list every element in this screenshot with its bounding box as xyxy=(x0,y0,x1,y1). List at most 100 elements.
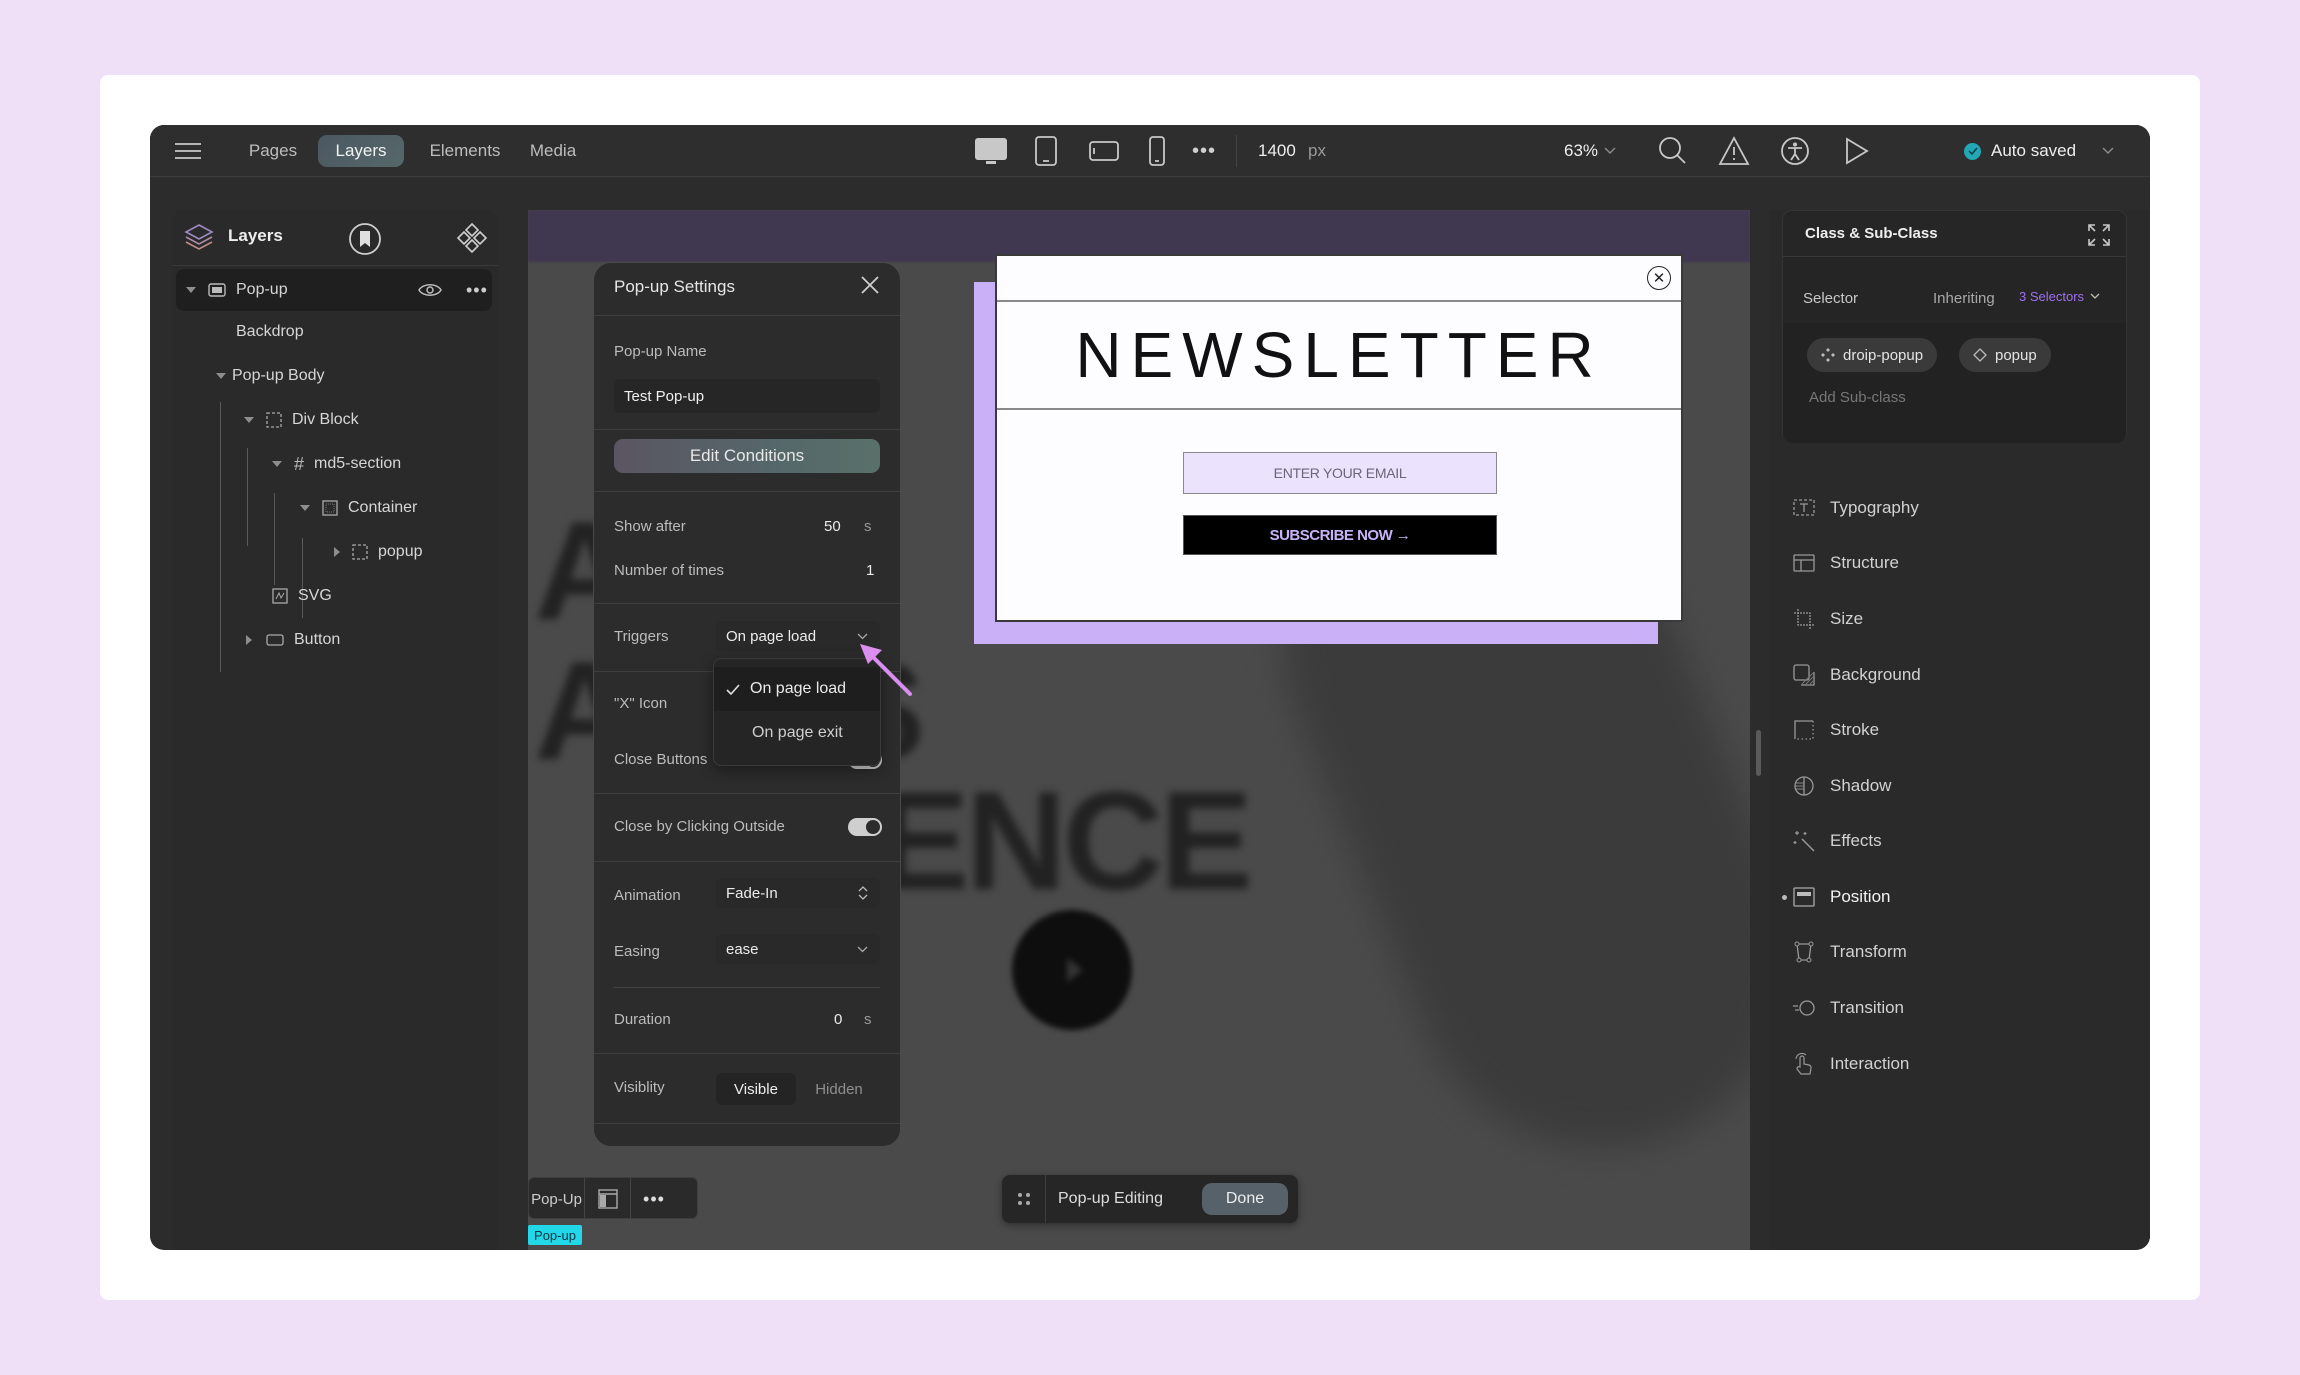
newsletter-popup[interactable]: ✕ NEWSLETTER ENTER YOUR EMAIL SUBSCRIBE … xyxy=(995,254,1683,622)
save-menu-chevron-icon[interactable] xyxy=(2102,125,2114,177)
element-more-icon[interactable]: ••• xyxy=(631,1178,677,1220)
layer-item-popup-body[interactable]: Pop-up Body xyxy=(216,356,325,396)
close-icon[interactable] xyxy=(860,275,880,295)
tab-layers[interactable]: Layers xyxy=(318,135,404,167)
trigger-option-page-exit[interactable]: On page exit xyxy=(714,711,880,755)
accessibility-icon[interactable] xyxy=(1780,125,1810,177)
tablet-device-icon[interactable] xyxy=(1034,125,1058,177)
style-panel: Class & Sub-Class Selector Inheriting 3 … xyxy=(1756,210,2150,1250)
collapse-caret-icon[interactable] xyxy=(272,461,282,467)
popup-editing-label: Pop-up Editing xyxy=(1058,1190,1163,1207)
prop-transition[interactable]: Transition xyxy=(1792,988,1904,1028)
easing-label: Easing xyxy=(614,943,660,960)
collapse-caret-icon[interactable] xyxy=(216,373,226,379)
expand-caret-icon[interactable] xyxy=(334,547,340,557)
layer-label: popup xyxy=(378,543,423,560)
more-options-icon[interactable]: ••• xyxy=(466,280,488,301)
layer-item-div-block[interactable]: Div Block xyxy=(244,400,359,440)
prop-label: Interaction xyxy=(1830,1054,1910,1073)
tab-elements[interactable]: Elements xyxy=(420,135,510,167)
warning-icon[interactable] xyxy=(1718,125,1750,177)
popup-icon xyxy=(208,283,226,297)
prop-interaction[interactable]: Interaction xyxy=(1792,1044,1909,1084)
option-label: On page exit xyxy=(752,724,843,741)
collapse-caret-icon[interactable] xyxy=(186,287,196,293)
trigger-option-page-load[interactable]: On page load xyxy=(714,667,880,711)
class-subclass-box: Class & Sub-Class Selector Inheriting 3 … xyxy=(1782,210,2127,443)
tab-pages[interactable]: Pages xyxy=(238,135,308,167)
more-devices-icon[interactable]: ••• xyxy=(1192,125,1216,177)
add-subclass-input[interactable]: Add Sub-class xyxy=(1809,389,1906,406)
prop-structure[interactable]: Structure xyxy=(1792,543,1899,583)
prop-position[interactable]: Position xyxy=(1782,877,1891,917)
layer-item-popup-div[interactable]: popup xyxy=(334,532,423,572)
mobile-device-icon[interactable] xyxy=(1148,125,1166,177)
edit-conditions-button[interactable]: Edit Conditions xyxy=(614,439,880,473)
preview-play-icon[interactable] xyxy=(1844,125,1870,177)
layer-item-container[interactable]: Container xyxy=(300,488,417,528)
prop-transform[interactable]: Transform xyxy=(1792,932,1907,972)
prop-shadow[interactable]: Shadow xyxy=(1792,766,1891,806)
done-button[interactable]: Done xyxy=(1202,1183,1288,1215)
newsletter-close-icon[interactable]: ✕ xyxy=(1647,266,1671,290)
auto-save-status[interactable]: Auto saved xyxy=(1964,125,2076,177)
prop-size[interactable]: Size xyxy=(1792,599,1863,639)
popup-name-input[interactable]: Test Pop-up xyxy=(614,379,880,413)
collapse-caret-icon[interactable] xyxy=(300,505,310,511)
email-input[interactable]: ENTER YOUR EMAIL xyxy=(1183,452,1497,494)
components-icon[interactable] xyxy=(456,222,488,254)
layer-item-md5-section[interactable]: # md5-section xyxy=(272,444,401,484)
expand-icon[interactable] xyxy=(2087,223,2111,247)
easing-select[interactable]: ease xyxy=(716,934,880,964)
layer-item-popup[interactable]: Pop-up ••• xyxy=(186,270,488,310)
zoom-level[interactable]: 63% xyxy=(1564,125,1598,177)
menu-icon[interactable] xyxy=(174,125,202,177)
animation-select[interactable]: Fade-In xyxy=(716,878,880,908)
times-input[interactable]: 1 xyxy=(866,562,874,579)
visibility-visible-option[interactable]: Visible xyxy=(716,1073,796,1105)
popup-element-label[interactable]: Pop-Up xyxy=(529,1178,585,1220)
collapse-caret-icon[interactable] xyxy=(244,417,254,423)
visibility-label: Visiblity xyxy=(614,1079,665,1096)
prop-label: Size xyxy=(1830,609,1864,628)
selectors-dropdown[interactable]: 3 Selectors xyxy=(2019,289,2100,304)
prop-background[interactable]: Background xyxy=(1792,655,1921,695)
prop-stroke[interactable]: Stroke xyxy=(1792,710,1879,750)
tablet-landscape-icon[interactable] xyxy=(1088,125,1120,177)
animation-value: Fade-In xyxy=(726,884,778,902)
class-chip-droip-popup[interactable]: droip-popup xyxy=(1807,338,1938,372)
desktop-device-icon[interactable] xyxy=(974,125,1008,177)
duration-input[interactable]: 0 xyxy=(834,1011,842,1028)
layers-panel-header: Layers xyxy=(172,210,498,266)
layer-item-button[interactable]: Button xyxy=(246,620,340,660)
tab-media[interactable]: Media xyxy=(520,135,586,167)
search-icon[interactable] xyxy=(1658,125,1688,177)
width-input[interactable]: 1400 xyxy=(1258,125,1296,177)
visibility-hidden-option[interactable]: Hidden xyxy=(800,1073,878,1105)
prop-effects[interactable]: Effects xyxy=(1792,821,1882,861)
visibility-eye-icon[interactable] xyxy=(418,282,442,298)
chip-label: popup xyxy=(1995,346,2037,364)
tree-line xyxy=(247,448,248,546)
prop-typography[interactable]: Typography xyxy=(1792,488,1919,528)
close-outside-toggle[interactable] xyxy=(848,818,882,836)
position-icon xyxy=(1793,887,1815,907)
triggers-select[interactable]: On page load xyxy=(716,621,880,651)
layer-label: md5-section xyxy=(314,455,402,472)
canvas-resize-handle[interactable] xyxy=(1756,730,1761,776)
class-chip-popup[interactable]: popup xyxy=(1959,338,2051,372)
layer-item-backdrop[interactable]: Backdrop xyxy=(236,312,304,352)
transition-icon xyxy=(1793,1000,1815,1016)
expand-caret-icon[interactable] xyxy=(246,635,252,645)
zoom-chevron-icon[interactable] xyxy=(1604,125,1616,177)
prop-label: Position xyxy=(1830,887,1891,906)
bookmark-icon[interactable] xyxy=(348,222,382,256)
diamond-icon xyxy=(1973,348,1987,362)
subscribe-button[interactable]: SUBSCRIBE NOW → xyxy=(1183,515,1497,555)
layout-toggle-icon[interactable] xyxy=(585,1178,631,1220)
drag-handle-icon[interactable] xyxy=(1002,1175,1046,1223)
layer-label: SVG xyxy=(298,587,332,604)
show-after-input[interactable]: 50 xyxy=(824,518,841,535)
layer-item-svg[interactable]: SVG xyxy=(272,576,332,616)
video-play-button xyxy=(1012,910,1132,1030)
